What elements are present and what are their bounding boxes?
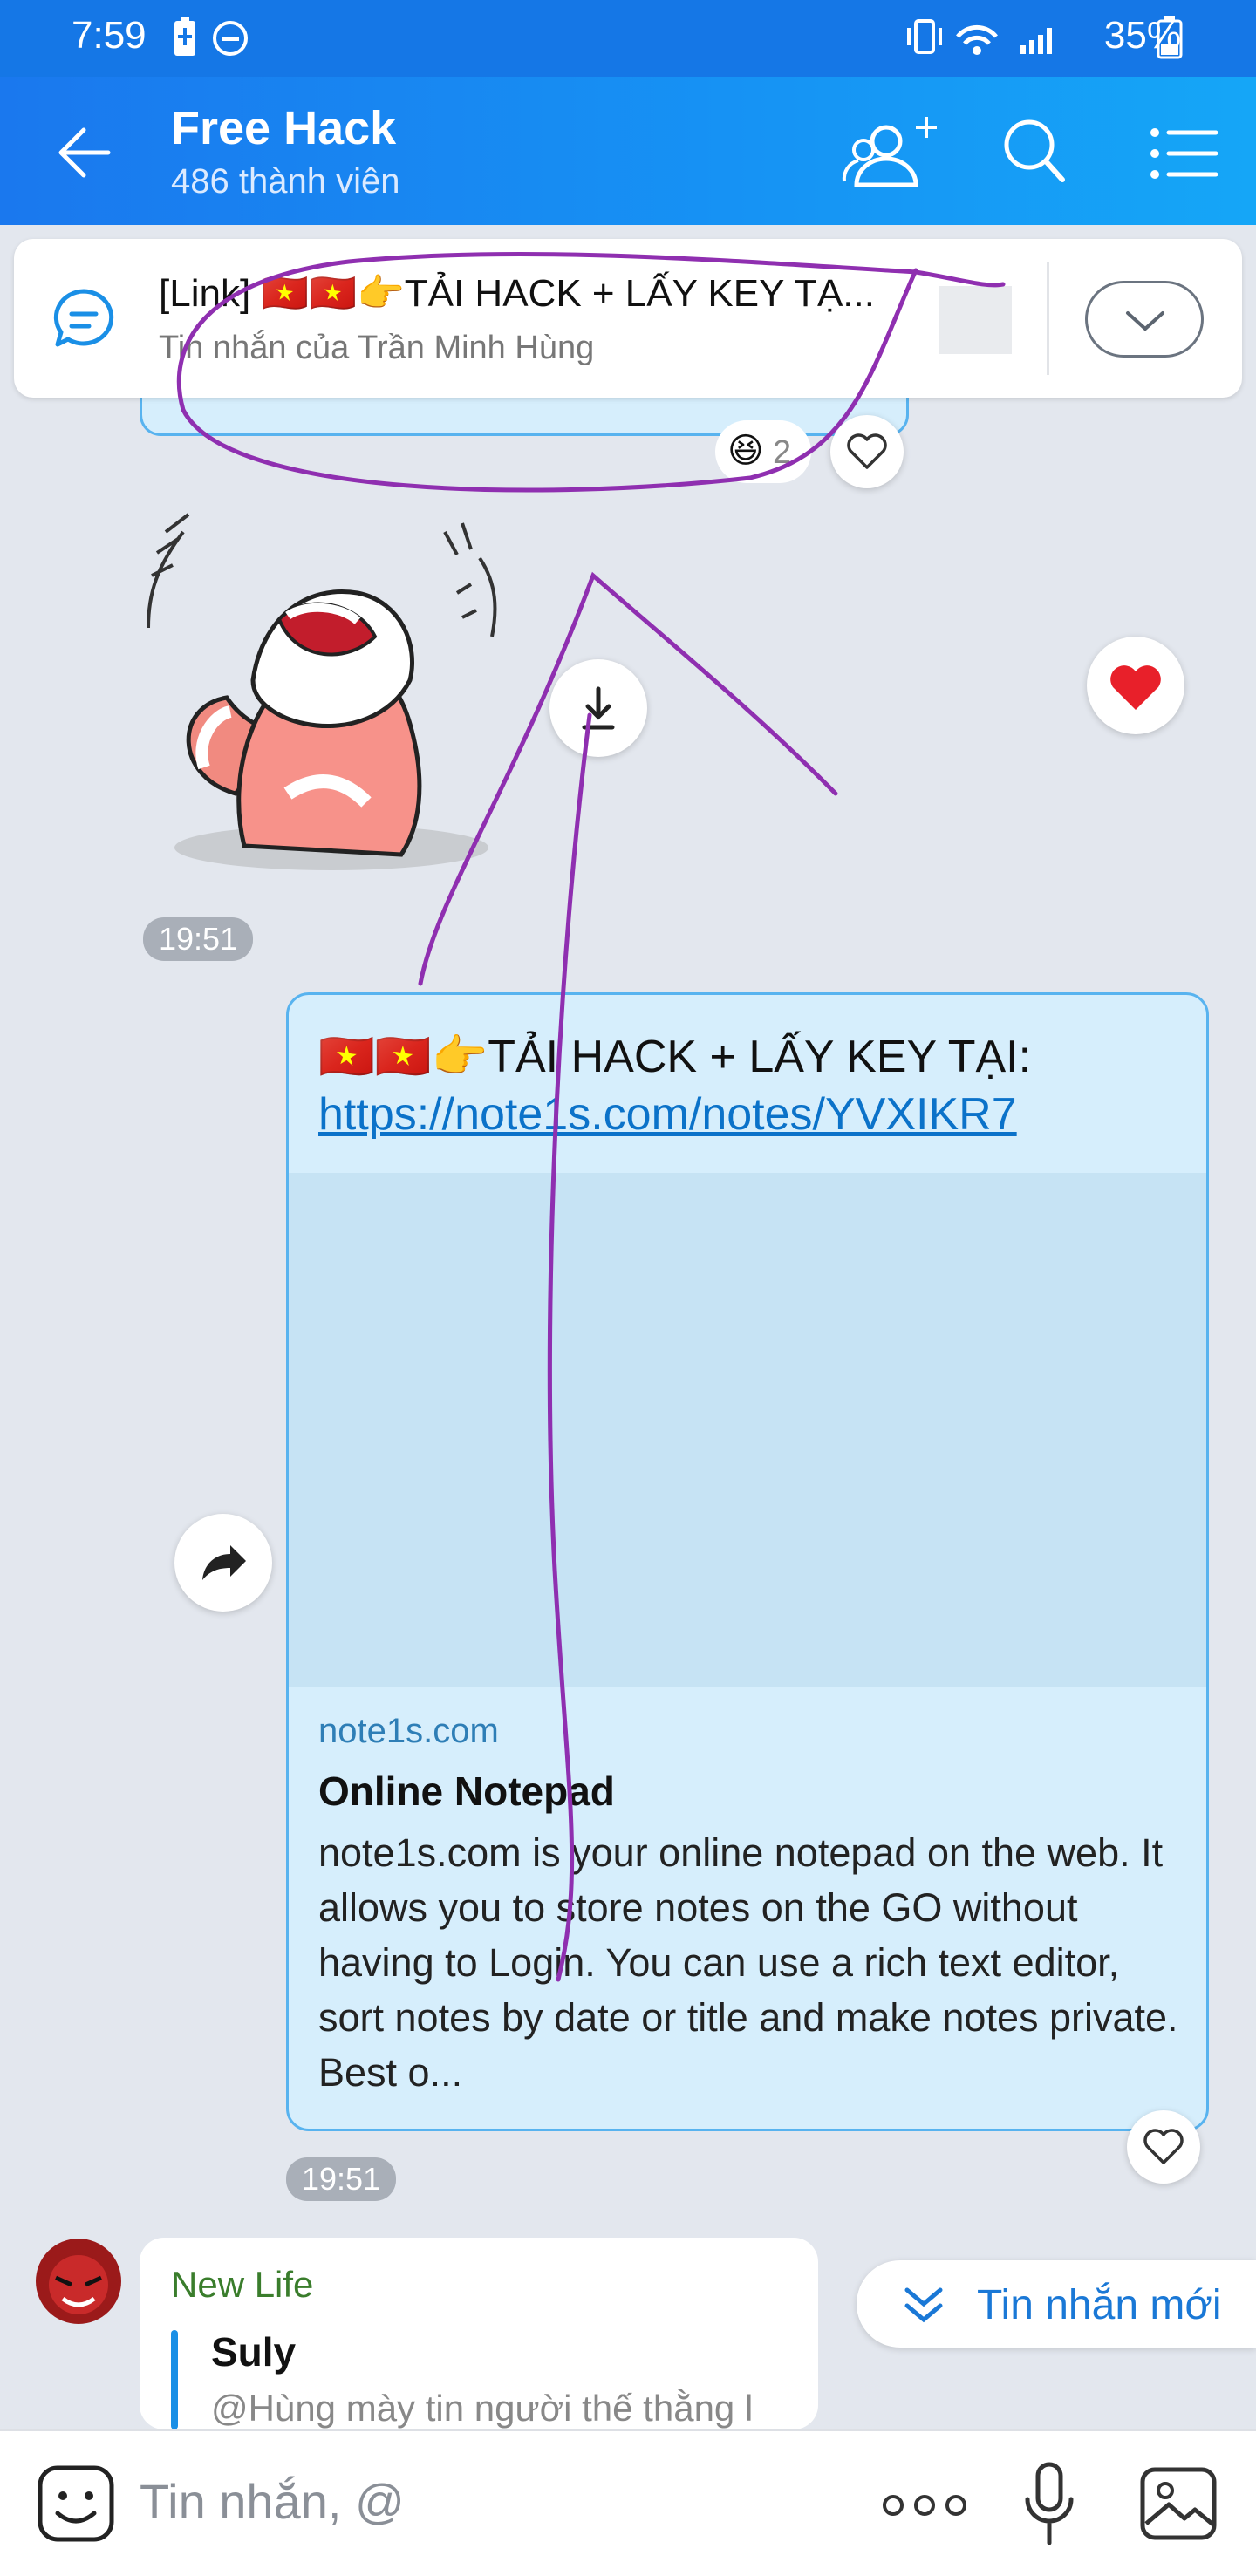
pinned-subtitle: Tin nhắn của Trần Minh Hùng [159, 330, 595, 366]
message-time: 19:51 [286, 2157, 397, 2201]
new-messages-label: Tin nhắn mới [977, 2282, 1222, 2328]
share-button[interactable] [174, 1514, 272, 1612]
sender-name[interactable]: New Life [171, 2264, 313, 2306]
link-preview-image[interactable] [289, 1173, 1206, 1687]
message-time: 19:51 [143, 917, 254, 961]
more-icon[interactable] [881, 2492, 968, 2518]
message-text: 🇻🇳🇻🇳👉TẢI HACK + LẤY KEY TẠI: https://not… [318, 1028, 1182, 1143]
preview-domain: note1s.com [318, 1712, 499, 1750]
message-body: 🇻🇳🇻🇳👉TẢI HACK + LẤY KEY TẠI: [318, 1032, 1032, 1082]
message-input[interactable]: Tin nhắn, @ [140, 2473, 405, 2530]
status-time: 7:59 [72, 14, 147, 57]
heart-icon [1110, 665, 1161, 710]
status-icons-left [174, 17, 248, 56]
preview-description: note1s.com is your online notepad on the… [318, 1830, 1178, 2095]
heart-outline-icon [1143, 2129, 1184, 2164]
quoted-text: @Hùng mày tin người thế thằng l [211, 2388, 754, 2429]
reaction-count: 2 [773, 434, 792, 471]
like-button[interactable] [830, 415, 904, 488]
reaction-badge[interactable]: 😆 2 [715, 420, 811, 483]
chat-bubble-icon [53, 289, 114, 347]
back-arrow-icon[interactable] [54, 122, 115, 183]
chevron-down-icon [1126, 311, 1164, 331]
download-sticker-button[interactable] [550, 659, 647, 757]
group-title[interactable]: Free Hack [171, 101, 396, 155]
quote-bar [171, 2330, 178, 2429]
fox-sticker[interactable] [131, 506, 541, 881]
share-icon [202, 1545, 246, 1580]
new-messages-button[interactable]: Tin nhắn mới [857, 2260, 1256, 2348]
like-link-button[interactable] [1127, 2110, 1200, 2184]
link-message-bubble[interactable]: 🇻🇳🇻🇳👉TẢI HACK + LẤY KEY TẠI: https://not… [286, 992, 1209, 2131]
heart-reaction-button[interactable] [1087, 637, 1184, 734]
download-icon [582, 686, 615, 730]
pinned-message-bar[interactable]: [Link] 🇻🇳🇻🇳👉TẢI HACK + LẤY KEY TẠ... Tin… [14, 239, 1242, 398]
expand-pinned-button[interactable] [1085, 281, 1204, 358]
mic-icon[interactable] [1022, 2461, 1076, 2548]
quoted-name: Suly [211, 2329, 297, 2375]
message-link[interactable]: https://note1s.com/notes/YVXIKR7 [318, 1089, 1017, 1140]
sticker-icon[interactable] [37, 2464, 115, 2543]
reply-message-bubble[interactable]: New Life Suly @Hùng mày tin người thế th… [140, 2238, 818, 2429]
status-icons-right [907, 19, 1052, 55]
double-chevron-down-icon [904, 2287, 943, 2323]
member-count[interactable]: 486 thành viên [171, 162, 399, 201]
menu-icon[interactable] [1150, 126, 1219, 181]
message-composer: Tin nhắn, @ [0, 2429, 1256, 2576]
divider [1047, 262, 1049, 375]
preview-title: Online Notepad [318, 1768, 615, 1814]
status-bar: 7:59 35% [0, 0, 1256, 77]
image-icon[interactable] [1139, 2466, 1218, 2541]
heart-outline-icon [847, 433, 887, 469]
pinned-thumbnail [939, 286, 1012, 354]
avatar[interactable] [35, 2238, 122, 2325]
pinned-title: [Link] 🇻🇳🇻🇳👉TẢI HACK + LẤY KEY TẠ... [159, 272, 875, 315]
laugh-emoji-icon: 😆 [727, 432, 764, 470]
battery-icon [1157, 16, 1183, 59]
search-icon[interactable] [1001, 117, 1068, 187]
chat-header: Free Hack 486 thành viên [0, 77, 1256, 225]
add-member-icon[interactable] [841, 112, 945, 190]
